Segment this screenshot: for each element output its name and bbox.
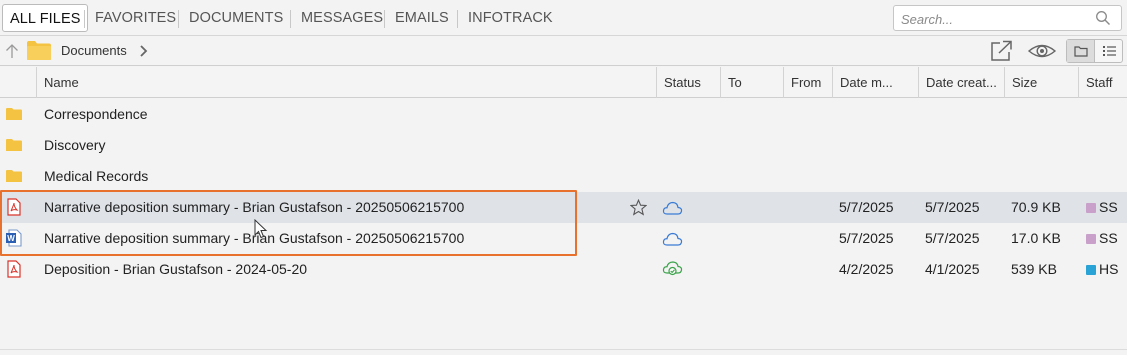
pdf-file-icon xyxy=(7,198,21,216)
chevron-right-icon[interactable] xyxy=(139,43,149,59)
file-list: Correspondence Discovery Medical Records… xyxy=(0,99,1127,355)
tab-bar: ALL FILES FAVORITES DOCUMENTS MESSAGES E… xyxy=(0,0,1127,36)
word-file-icon: W xyxy=(6,229,22,247)
date-created: 4/1/2025 xyxy=(925,261,980,277)
staff-color-badge xyxy=(1086,234,1096,244)
column-to[interactable]: To xyxy=(720,67,783,98)
search-icon[interactable] xyxy=(1095,10,1111,26)
tab-divider xyxy=(384,10,385,28)
pdf-file-icon xyxy=(7,260,21,278)
preview-eye-icon[interactable] xyxy=(1027,39,1057,63)
tab-messages[interactable]: MESSAGES xyxy=(294,4,390,32)
file-name: Deposition - Brian Gustafson - 2024-05-2… xyxy=(44,261,308,277)
column-date-created[interactable]: Date creat... xyxy=(918,67,1004,98)
folder-view-icon xyxy=(1074,46,1088,57)
file-name: Narrative deposition summary - Brian Gus… xyxy=(44,199,465,215)
open-external-icon[interactable] xyxy=(989,39,1015,63)
tab-divider xyxy=(290,10,291,28)
folder-view-button[interactable] xyxy=(1067,40,1095,62)
date-created: 5/7/2025 xyxy=(925,199,980,215)
tab-divider xyxy=(84,10,85,28)
column-date-modified-label: Date m... xyxy=(840,75,893,90)
tab-all-files[interactable]: ALL FILES xyxy=(2,4,89,32)
breadcrumb: Documents xyxy=(0,37,1127,66)
column-date-modified[interactable]: Date m... xyxy=(832,67,918,98)
tab-divider xyxy=(457,10,458,28)
list-view-button[interactable] xyxy=(1095,40,1123,62)
star-icon[interactable] xyxy=(630,199,647,216)
date-modified: 4/2/2025 xyxy=(839,261,894,277)
file-size: 17.0 KB xyxy=(1011,230,1061,246)
tab-divider xyxy=(178,10,179,28)
staff-color-badge xyxy=(1086,265,1096,275)
tab-documents[interactable]: DOCUMENTS xyxy=(182,4,290,32)
tab-infotrack[interactable]: INFOTRACK xyxy=(461,4,560,32)
column-size[interactable]: Size xyxy=(1004,67,1078,98)
column-staff[interactable]: Staff xyxy=(1078,67,1127,98)
list-item[interactable]: Medical Records xyxy=(0,161,1127,192)
date-modified: 5/7/2025 xyxy=(839,199,894,215)
column-from[interactable]: From xyxy=(783,67,832,98)
list-view-icon xyxy=(1103,46,1116,56)
folder-icon xyxy=(6,139,22,151)
search-box[interactable] xyxy=(893,5,1122,31)
column-status[interactable]: Status xyxy=(656,67,720,98)
file-name: Narrative deposition summary - Brian Gus… xyxy=(44,230,465,246)
file-name: Medical Records xyxy=(44,168,149,184)
up-arrow-icon[interactable] xyxy=(4,42,20,60)
folder-icon xyxy=(27,41,51,60)
cloud-icon xyxy=(662,201,683,215)
column-header: Name Status To From Date m... Date creat… xyxy=(0,67,1127,153)
file-size: 539 KB xyxy=(1011,261,1057,277)
folder-icon xyxy=(6,170,22,182)
search-input[interactable] xyxy=(901,10,1081,28)
file-size: 70.9 KB xyxy=(1011,199,1061,215)
staff-initials: HS xyxy=(1099,261,1119,277)
list-item[interactable]: Narrative deposition summary - Brian Gus… xyxy=(0,192,1127,223)
file-name: Correspondence xyxy=(44,106,148,122)
cloud-synced-icon xyxy=(662,261,683,276)
breadcrumb-current-folder[interactable]: Documents xyxy=(61,43,127,58)
list-item[interactable]: W Narrative deposition summary - Brian G… xyxy=(0,223,1127,254)
staff-color-badge xyxy=(1086,203,1096,213)
date-modified: 5/7/2025 xyxy=(839,230,894,246)
date-created: 5/7/2025 xyxy=(925,230,980,246)
staff-initials: SS xyxy=(1099,199,1118,215)
tab-emails[interactable]: EMAILS xyxy=(388,4,456,32)
column-icon-spacer xyxy=(0,67,36,98)
list-item[interactable]: Discovery xyxy=(0,130,1127,161)
staff-initials: SS xyxy=(1099,230,1118,246)
view-toggle xyxy=(1066,39,1123,63)
list-item[interactable]: Deposition - Brian Gustafson - 2024-05-2… xyxy=(0,254,1127,285)
tab-favorites[interactable]: FAVORITES xyxy=(88,4,183,32)
cloud-icon xyxy=(662,232,683,246)
file-name: Discovery xyxy=(44,137,106,153)
list-item[interactable]: Correspondence xyxy=(0,99,1127,130)
column-name[interactable]: Name xyxy=(36,67,656,98)
folder-icon xyxy=(6,108,22,120)
svg-text:W: W xyxy=(7,234,15,243)
list-bottom-divider xyxy=(0,349,1127,350)
